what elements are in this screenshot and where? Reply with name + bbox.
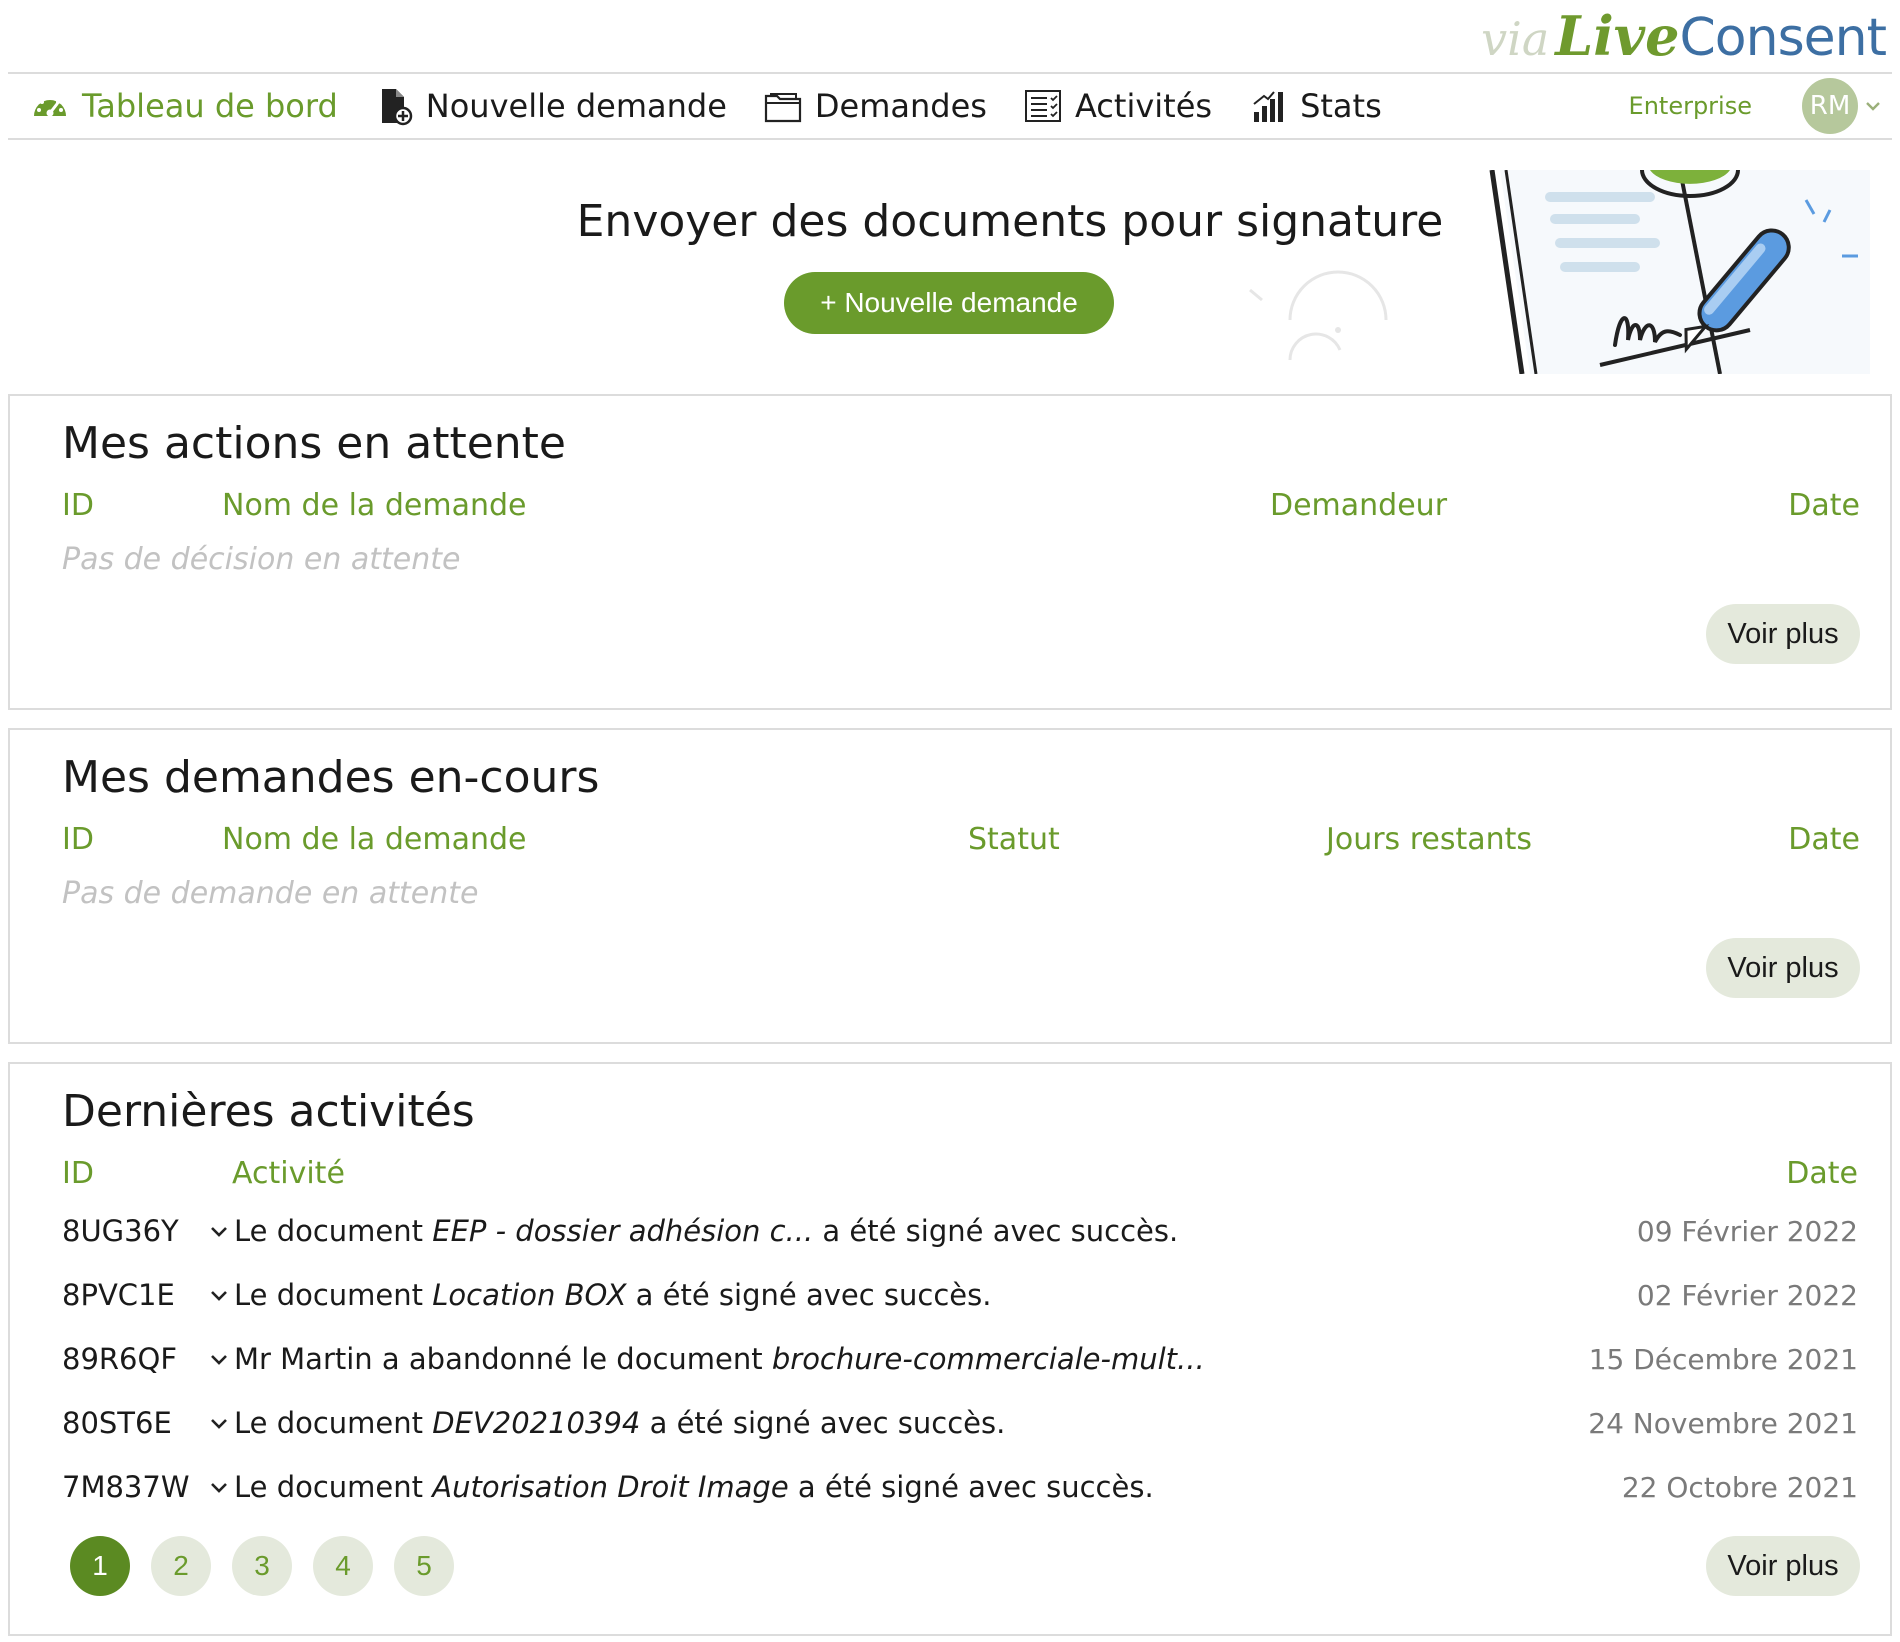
pending-actions-card: Mes actions en attente ID Nom de la dema… xyxy=(8,394,1892,710)
activity-text-prefix: Le document xyxy=(234,1406,433,1440)
col-header-id: ID xyxy=(62,822,94,857)
page-button-4[interactable]: 4 xyxy=(313,1536,373,1596)
page-button-2[interactable]: 2 xyxy=(151,1536,211,1596)
page-button-3[interactable]: 3 xyxy=(232,1536,292,1596)
nav-item-stats[interactable]: Stats xyxy=(1226,74,1396,138)
brand-via: via xyxy=(1481,12,1550,66)
col-header-status: Statut xyxy=(968,822,1060,857)
col-header-id: ID xyxy=(62,1156,94,1191)
activity-document-name: Autorisation Droit Image xyxy=(432,1470,789,1504)
activity-row: 8PVC1E Le document Location BOX a été si… xyxy=(10,1268,1890,1322)
new-request-button[interactable]: + Nouvelle demande xyxy=(784,272,1114,334)
folder-icon xyxy=(763,86,803,126)
activity-date: 15 Décembre 2021 xyxy=(1588,1342,1858,1376)
see-more-button[interactable]: Voir plus xyxy=(1706,938,1860,998)
brand-logo: via Live Consent xyxy=(1481,4,1887,70)
activity-text-prefix: Le document xyxy=(234,1214,433,1248)
activity-list-icon xyxy=(1023,86,1063,126)
brand-consent: Consent xyxy=(1679,8,1887,68)
col-header-id: ID xyxy=(62,488,94,523)
activity-text-suffix: a été signé avec succès. xyxy=(813,1214,1179,1248)
activity-text: Le document EEP - dossier adhésion c... … xyxy=(234,1214,1178,1248)
activity-id: 8UG36Y xyxy=(62,1214,179,1248)
activity-date: 09 Février 2022 xyxy=(1636,1214,1858,1248)
latest-activities-title: Dernières activités xyxy=(62,1086,475,1137)
col-header-request-name: Nom de la demande xyxy=(222,488,527,523)
nav-label-requests: Demandes xyxy=(814,87,987,125)
col-header-activity: Activité xyxy=(232,1156,345,1191)
new-document-icon xyxy=(374,86,414,126)
activity-text: Le document Autorisation Droit Image a é… xyxy=(234,1470,1154,1504)
see-more-button[interactable]: Voir plus xyxy=(1706,604,1860,664)
activity-text-prefix: Le document xyxy=(234,1470,433,1504)
chevron-down-icon[interactable] xyxy=(206,1218,232,1244)
nav-item-dashboard[interactable]: Tableau de bord xyxy=(8,74,352,138)
see-more-button[interactable]: Voir plus xyxy=(1706,1536,1860,1596)
chevron-down-icon[interactable] xyxy=(206,1346,232,1372)
chevron-down-icon[interactable] xyxy=(206,1474,232,1500)
activity-text-suffix: a été signé avec succès. xyxy=(640,1406,1006,1440)
chevron-down-icon[interactable] xyxy=(1864,97,1882,115)
dashboard-gauge-icon xyxy=(30,86,70,126)
col-header-date: Date xyxy=(1788,822,1860,857)
empty-state-text: Pas de décision en attente xyxy=(62,542,461,577)
activity-id: 8PVC1E xyxy=(62,1278,175,1312)
nav-label-stats: Stats xyxy=(1300,87,1382,125)
activity-text-suffix: a été signé avec succès. xyxy=(626,1278,992,1312)
activity-date: 02 Février 2022 xyxy=(1636,1278,1858,1312)
nav-item-requests[interactable]: Demandes xyxy=(741,74,1001,138)
activity-id: 7M837W xyxy=(62,1470,190,1504)
chevron-down-icon[interactable] xyxy=(206,1282,232,1308)
signature-illustration xyxy=(1230,169,1870,375)
activity-id: 89R6QF xyxy=(62,1342,178,1376)
stats-bars-icon xyxy=(1248,86,1288,126)
activity-row: 7M837W Le document Autorisation Droit Im… xyxy=(10,1460,1890,1514)
page-button-5[interactable]: 5 xyxy=(394,1536,454,1596)
activity-date: 24 Novembre 2021 xyxy=(1588,1406,1858,1440)
activity-row: 8UG36Y Le document EEP - dossier adhésio… xyxy=(10,1204,1890,1258)
main-nav: Tableau de bord Nouvelle demande Demande… xyxy=(8,72,1892,140)
chevron-down-icon[interactable] xyxy=(206,1410,232,1436)
activity-document-name: brochure-commerciale-mult... xyxy=(771,1342,1205,1376)
col-header-days-left: Jours restants xyxy=(1326,822,1533,857)
activity-id: 80ST6E xyxy=(62,1406,172,1440)
col-header-date: Date xyxy=(1786,1156,1858,1191)
nav-item-activities[interactable]: Activités xyxy=(1001,74,1226,138)
activity-document-name: Location BOX xyxy=(432,1278,627,1312)
activity-document-name: DEV20210394 xyxy=(432,1406,641,1440)
activity-text: Le document Location BOX a été signé ave… xyxy=(234,1278,991,1312)
activity-text-prefix: Le document xyxy=(234,1278,433,1312)
nav-label-dashboard: Tableau de bord xyxy=(82,87,338,125)
activity-row: 80ST6E Le document DEV20210394 a été sig… xyxy=(10,1396,1890,1450)
nav-item-new-request[interactable]: Nouvelle demande xyxy=(352,74,741,138)
pagination: 1 2 3 4 5 xyxy=(70,1536,454,1596)
avatar[interactable]: RM xyxy=(1802,78,1858,134)
col-header-request-name: Nom de la demande xyxy=(222,822,527,857)
empty-state-text: Pas de demande en attente xyxy=(62,876,479,911)
plan-label: Enterprise xyxy=(1628,92,1752,120)
activity-text: Mr Martin a abandonné le document brochu… xyxy=(234,1342,1205,1376)
ongoing-requests-title: Mes demandes en-cours xyxy=(62,752,600,803)
col-header-requester: Demandeur xyxy=(1270,488,1448,523)
page-button-1[interactable]: 1 xyxy=(70,1536,130,1596)
col-header-date: Date xyxy=(1788,488,1860,523)
activity-text: Le document DEV20210394 a été signé avec… xyxy=(234,1406,1005,1440)
activity-text-suffix: a été signé avec succès. xyxy=(788,1470,1154,1504)
activity-row: 89R6QF Mr Martin a abandonné le document… xyxy=(10,1332,1890,1386)
activity-text-prefix: Mr Martin a abandonné le document xyxy=(234,1342,772,1376)
activity-document-name: EEP - dossier adhésion c... xyxy=(432,1214,814,1248)
brand-live: Live xyxy=(1555,4,1680,68)
pending-actions-title: Mes actions en attente xyxy=(62,418,566,469)
activity-date: 22 Octobre 2021 xyxy=(1621,1470,1858,1504)
ongoing-requests-card: Mes demandes en-cours ID Nom de la deman… xyxy=(8,728,1892,1044)
nav-label-new-request: Nouvelle demande xyxy=(425,87,727,125)
nav-label-activities: Activités xyxy=(1074,87,1213,125)
latest-activities-card: Dernières activités ID Activité Date 8UG… xyxy=(8,1062,1892,1636)
